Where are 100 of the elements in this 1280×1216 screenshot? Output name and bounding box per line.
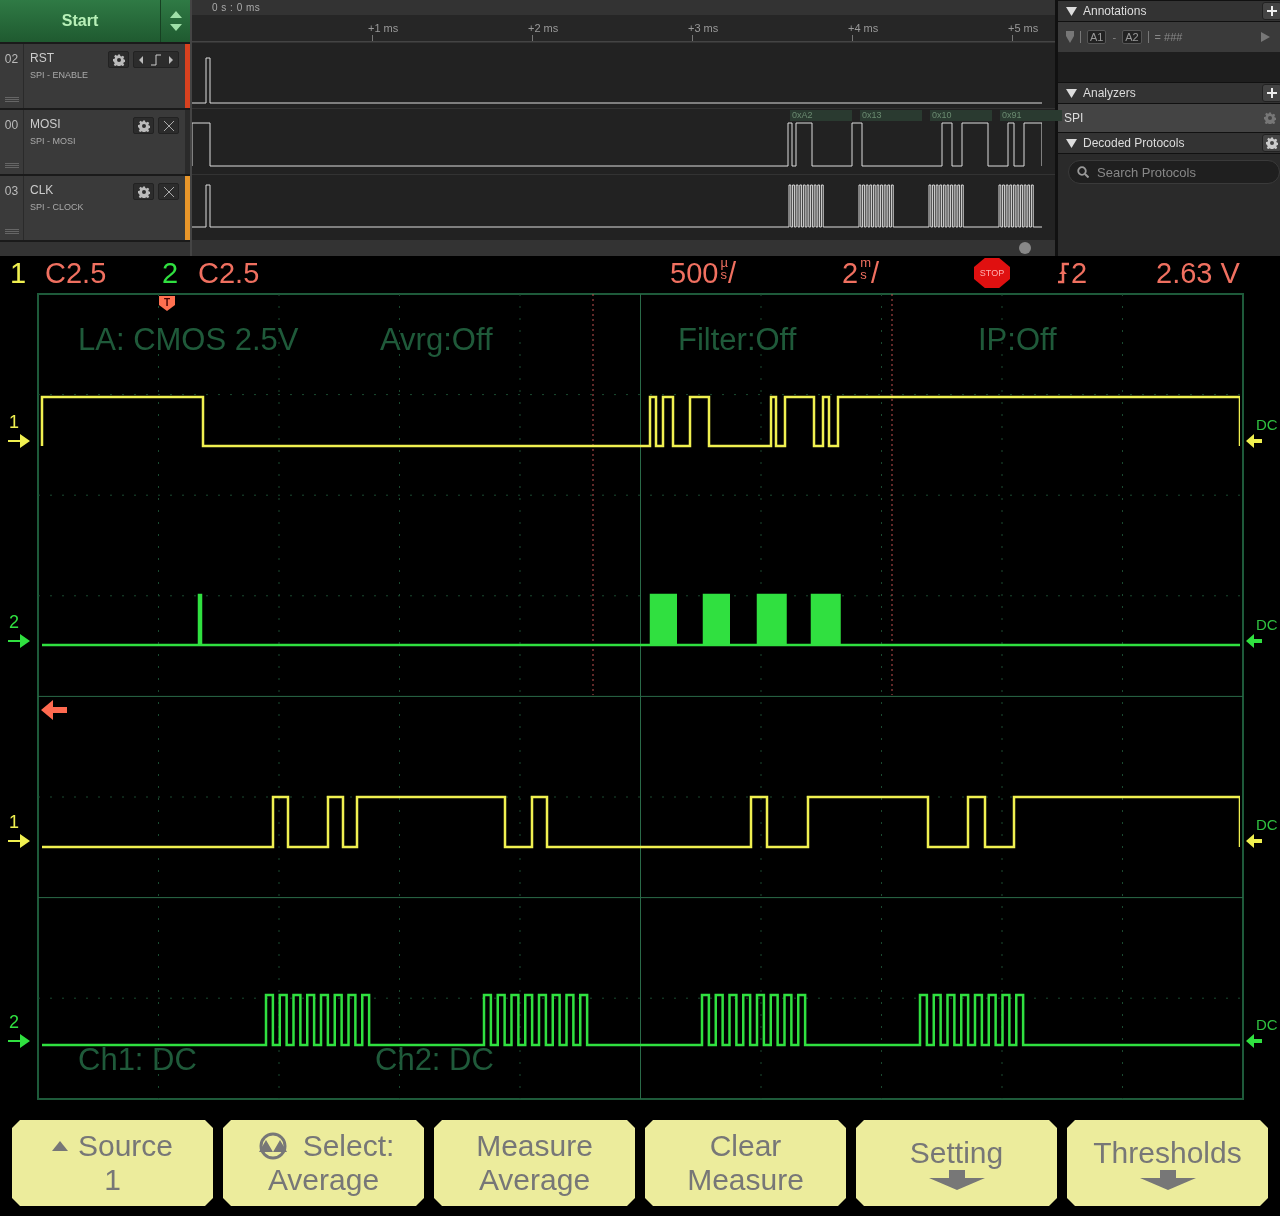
add-button[interactable] — [1262, 84, 1280, 102]
channel-subtitle: SPI - ENABLE — [30, 70, 89, 80]
time-tick-label: +1 ms — [368, 22, 399, 34]
close-icon — [163, 186, 174, 197]
coupling-label: DC — [1256, 1016, 1278, 1034]
remove-button[interactable] — [158, 183, 179, 200]
gear-icon — [112, 53, 125, 66]
softkey-button[interactable]: Clear Measure — [645, 1120, 846, 1206]
trace-label: 1 — [9, 412, 19, 432]
add-button[interactable] — [1262, 2, 1280, 20]
status-overlay-text: Ch1: DC — [78, 1042, 197, 1078]
trace-label: 2 — [9, 612, 19, 632]
plus-icon — [1267, 6, 1277, 16]
settings-button[interactable] — [133, 183, 154, 200]
start-button[interactable]: Start — [0, 0, 160, 42]
channel-number: 1 — [10, 256, 28, 290]
rising-edge-icon — [1057, 262, 1071, 284]
section-title: Annotations — [1083, 4, 1148, 18]
collapse-arrow-icon — [1066, 6, 1077, 16]
scroll-button[interactable] — [160, 0, 190, 42]
trace-arrow-icon — [8, 1034, 30, 1048]
search-bar[interactable]: Search Protocols — [1068, 160, 1280, 184]
channel-number: 03 — [4, 184, 19, 198]
channel-number: 00 — [4, 118, 19, 132]
decoded-value: 0x10 — [930, 110, 992, 121]
trigger-position-marker: T — [159, 296, 175, 311]
time-origin: 0 s : 0 ms — [212, 2, 261, 13]
coupling-arrow-icon — [1246, 434, 1262, 448]
close-icon — [163, 120, 174, 131]
stop-indicator: STOP — [974, 258, 1010, 288]
gear-icon — [137, 185, 150, 198]
status-overlay-text: Avrg:Off — [380, 322, 493, 358]
gear-icon — [137, 119, 150, 132]
coupling-label: DC — [1256, 416, 1278, 434]
trigger-level: 2.63 V — [1156, 256, 1240, 290]
status-overlay-text: IP:Off — [978, 322, 1057, 358]
horizontal-scrollbar[interactable] — [192, 240, 1055, 256]
decoded-value: 0x91 — [1000, 110, 1062, 121]
marker-a[interactable]: A1 — [1087, 30, 1107, 44]
settings-button[interactable] — [133, 117, 154, 134]
section-title: Decoded Protocols — [1083, 136, 1186, 150]
channel-number: 2 — [162, 256, 180, 290]
time-tick-label: +2 ms — [528, 22, 559, 34]
pin-icon — [1066, 31, 1074, 43]
trace-label: 1 — [9, 812, 19, 832]
remove-button[interactable] — [158, 117, 179, 134]
trace-arrow-icon — [8, 834, 30, 848]
channel-subtitle: SPI - CLOCK — [30, 202, 84, 212]
settings-button[interactable] — [1262, 134, 1280, 152]
channel-name: CLK — [30, 183, 55, 197]
search-icon — [1077, 166, 1089, 178]
grip-icon — [4, 163, 19, 168]
collapse-arrow-icon — [1066, 88, 1077, 98]
channel-subtitle: SPI - MOSI — [30, 136, 76, 146]
softkey-button[interactable]: Select: Average — [223, 1120, 424, 1206]
status-overlay-text: Filter:Off — [678, 322, 797, 358]
grip-icon — [4, 229, 19, 234]
coupling-label: DC — [1256, 816, 1278, 834]
down-arrow-icon — [928, 1170, 985, 1190]
plus-icon — [1267, 88, 1277, 98]
coupling-arrow-icon — [1246, 1034, 1262, 1048]
play-icon[interactable] — [1261, 32, 1270, 42]
trigger-arrow-icon — [41, 700, 67, 720]
trigger-edge-button[interactable] — [133, 51, 179, 68]
gear-icon — [1264, 112, 1276, 124]
grip-icon — [4, 97, 19, 102]
decoded-value: 0x13 — [860, 110, 922, 121]
scroll-thumb-icon[interactable] — [1019, 242, 1031, 254]
trace-arrow-icon — [8, 634, 30, 648]
gear-icon — [1266, 137, 1278, 149]
channel-name: MOSI — [30, 117, 62, 131]
coupling-label: DC — [1256, 616, 1278, 634]
down-arrow-icon — [1139, 1170, 1196, 1190]
time-tick-label: +3 ms — [688, 22, 719, 34]
trigger-source: 2 — [1071, 256, 1089, 290]
separator: - — [1112, 31, 1117, 43]
channel-scale: C2.5 — [198, 256, 261, 290]
settings-button[interactable] — [108, 51, 129, 68]
analyzer-name[interactable]: SPI — [1064, 111, 1084, 125]
softkey-button[interactable]: Source 1 — [12, 1120, 213, 1206]
marker-b[interactable]: A2 — [1122, 30, 1142, 44]
decoded-value: 0xA2 — [790, 110, 852, 121]
channel-scale: C2.5 — [45, 256, 108, 290]
up-arrow-icon — [51, 1141, 68, 1151]
channel-name: RST — [30, 51, 55, 65]
trace-label: 2 — [9, 1012, 19, 1032]
measurement-result: = ### — [1154, 31, 1183, 43]
coupling-arrow-icon — [1246, 634, 1262, 648]
softkey-button[interactable]: Thresholds — [1067, 1120, 1268, 1206]
channel-number: 02 — [4, 52, 19, 66]
coupling-arrow-icon — [1246, 834, 1262, 848]
trace-arrow-icon — [8, 434, 30, 448]
up-down-icon — [169, 11, 182, 31]
softkey-button[interactable]: Setting — [856, 1120, 1057, 1206]
time-tick-label: +5 ms — [1008, 22, 1039, 34]
softkey-button[interactable]: Measure Average — [434, 1120, 635, 1206]
collapse-arrow-icon — [1066, 138, 1077, 148]
time-tick-label: +4 ms — [848, 22, 879, 34]
status-overlay-text: Ch2: DC — [375, 1042, 494, 1078]
section-title: Analyzers — [1083, 86, 1137, 100]
